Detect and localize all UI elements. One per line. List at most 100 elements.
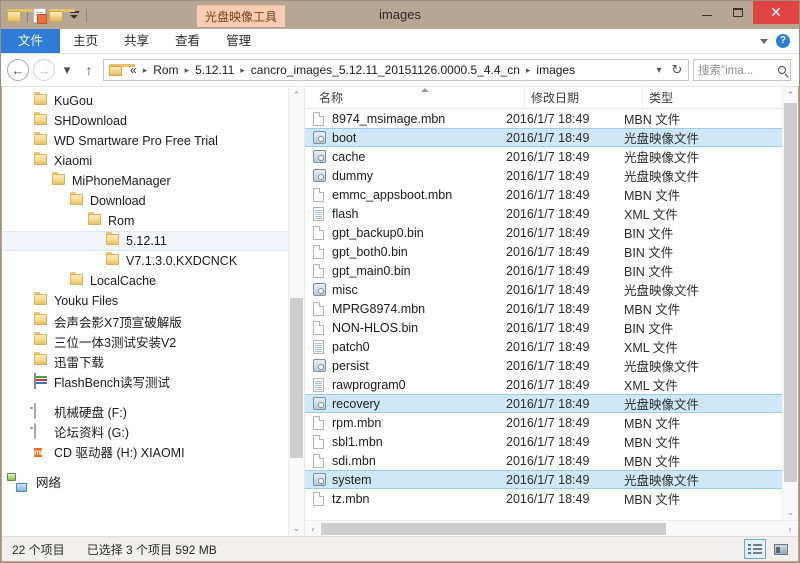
hscroll-left-arrow-icon[interactable]: ‹ [305, 524, 321, 534]
file-icon [313, 226, 331, 240]
file-list-hscrollbar[interactable]: ‹ › [305, 520, 798, 536]
file-row[interactable]: rawprogram02016/1/7 18:49XML 文件 [305, 375, 798, 394]
tab-manage[interactable]: 管理 [213, 29, 264, 53]
file-row[interactable]: sbl1.mbn2016/1/7 18:49MBN 文件 [305, 432, 798, 451]
tab-share[interactable]: 共享 [111, 29, 162, 53]
column-header-date[interactable]: 修改日期 [524, 87, 642, 109]
close-button[interactable]: ✕ [753, 1, 799, 24]
tree-item[interactable]: 网络 [2, 471, 304, 491]
tree-item[interactable]: 会声会影X7顶宣破解版 [2, 311, 304, 331]
scroll-down-arrow-icon[interactable]: ⌄ [289, 520, 304, 536]
back-button[interactable]: ← [7, 59, 29, 81]
file-row[interactable]: tz.mbn2016/1/7 18:49MBN 文件 [305, 489, 798, 508]
file-row[interactable]: gpt_main0.bin2016/1/7 18:49BIN 文件 [305, 261, 798, 280]
tree-item[interactable]: miCD 驱动器 (H:) XIAOMI [2, 441, 304, 461]
help-icon[interactable]: ? [776, 34, 790, 48]
tree-item[interactable]: Download [2, 191, 304, 211]
breadcrumb-separator-3[interactable]: ▸ [238, 65, 247, 76]
file-row[interactable]: sdi.mbn2016/1/7 18:49MBN 文件 [305, 451, 798, 470]
file-row[interactable]: patch02016/1/7 18:49XML 文件 [305, 337, 798, 356]
tab-file[interactable]: 文件 [1, 29, 60, 53]
tree-item[interactable]: Youku Files [2, 291, 304, 311]
file-row[interactable]: cache2016/1/7 18:49光盘映像文件 [305, 147, 798, 166]
tree-item[interactable]: KuGou [2, 91, 304, 111]
navigation-pane-scrollbar[interactable]: ⌃ ⌄ [288, 87, 304, 536]
tree-item[interactable]: 三位一体3测试安装V2 [2, 331, 304, 351]
chevron-down-icon[interactable] [760, 39, 768, 44]
minimize-button[interactable] [691, 1, 722, 24]
hscroll-right-arrow-icon[interactable]: › [782, 524, 798, 534]
folder-icon[interactable] [7, 9, 22, 22]
tree-item[interactable]: 机械硬盘 (F:) [2, 401, 304, 421]
tree-item[interactable]: 迅雷下载 [2, 351, 304, 371]
forward-button[interactable]: → [33, 59, 55, 81]
scroll-up-arrow-icon[interactable]: ⌃ [289, 87, 304, 103]
list-scroll-up-arrow-icon[interactable]: ⌃ [783, 87, 798, 103]
breadcrumb-package[interactable]: cancro_images_5.12.11_20151126.0000.5_4.… [249, 63, 522, 77]
tree-item[interactable]: SHDownload [2, 111, 304, 131]
tree-item[interactable]: MiPhoneManager [2, 171, 304, 191]
tiles-view-button[interactable] [770, 539, 792, 559]
folder-icon [34, 114, 50, 128]
list-scroll-track[interactable] [783, 103, 798, 504]
hscroll-track[interactable] [321, 522, 782, 536]
file-row[interactable]: NON-HLOS.bin2016/1/7 18:49BIN 文件 [305, 318, 798, 337]
file-row[interactable]: MPRG8974.mbn2016/1/7 18:49MBN 文件 [305, 299, 798, 318]
file-row[interactable]: gpt_backup0.bin2016/1/7 18:49BIN 文件 [305, 223, 798, 242]
tree-item[interactable]: FlashBench读写测试 [2, 371, 304, 391]
tree-item[interactable]: V7.1.3.0.KXDCNCK [2, 251, 304, 271]
tree-item[interactable]: 5.12.11 [2, 231, 304, 251]
caption-buttons: ✕ [691, 1, 799, 24]
tree-item[interactable]: WD Smartware Pro Free Trial [2, 131, 304, 151]
tree-item[interactable]: 论坛资料 (G:) [2, 421, 304, 441]
file-name-label: MPRG8974.mbn [332, 302, 425, 316]
recent-locations-button[interactable]: ▾ [59, 59, 75, 81]
nav-scroll-thumb[interactable] [290, 298, 303, 458]
breadcrumb-separator-2[interactable]: ▸ [183, 65, 192, 76]
breadcrumb-version[interactable]: 5.12.11 [193, 63, 236, 77]
address-dropdown-icon[interactable]: ▾ [651, 65, 667, 76]
file-icon [313, 492, 331, 506]
nav-scroll-track[interactable] [289, 103, 304, 520]
ribbon-tab-bar: 文件 主页 共享 查看 管理 ? [1, 29, 799, 54]
file-row[interactable]: system2016/1/7 18:49光盘映像文件 [305, 470, 798, 489]
file-row[interactable]: boot2016/1/7 18:49光盘映像文件 [305, 128, 798, 147]
file-row[interactable]: gpt_both0.bin2016/1/7 18:49BIN 文件 [305, 242, 798, 261]
list-scroll-thumb[interactable] [784, 103, 797, 482]
ribbon-right-controls: ? [760, 29, 799, 53]
file-icon [313, 435, 331, 449]
list-scroll-down-arrow-icon[interactable]: ⌄ [783, 504, 798, 520]
tab-view[interactable]: 查看 [162, 29, 213, 53]
details-view-button[interactable] [744, 539, 766, 559]
maximize-button[interactable] [722, 1, 753, 24]
new-folder-icon[interactable] [49, 9, 64, 22]
properties-icon[interactable] [33, 8, 46, 23]
file-row[interactable]: 8974_msimage.mbn2016/1/7 18:49MBN 文件 [305, 109, 798, 128]
file-row[interactable]: flash2016/1/7 18:49XML 文件 [305, 204, 798, 223]
hscroll-thumb[interactable] [321, 523, 666, 535]
up-button[interactable]: ↑ [79, 59, 99, 81]
file-row[interactable]: recovery2016/1/7 18:49光盘映像文件 [305, 394, 798, 413]
breadcrumb-separator-4[interactable]: ▸ [524, 65, 533, 76]
file-row[interactable]: misc2016/1/7 18:49光盘映像文件 [305, 280, 798, 299]
breadcrumb-rom[interactable]: Rom [151, 63, 180, 77]
tab-home[interactable]: 主页 [60, 29, 111, 53]
file-name-cell: gpt_both0.bin [313, 245, 506, 259]
breadcrumb-separator[interactable]: ▸ [141, 65, 150, 76]
search-input[interactable]: 搜索"ima... [693, 59, 791, 81]
search-icon[interactable] [778, 66, 786, 74]
file-list-scrollbar[interactable]: ⌃ ⌄ [782, 87, 798, 520]
address-bar[interactable]: « ▸ Rom ▸ 5.12.11 ▸ cancro_images_5.12.1… [103, 59, 689, 81]
tree-item[interactable]: LocalCache [2, 271, 304, 291]
file-row[interactable]: dummy2016/1/7 18:49光盘映像文件 [305, 166, 798, 185]
column-header-name[interactable]: 名称 [313, 87, 524, 109]
tree-item[interactable]: Xiaomi [2, 151, 304, 171]
refresh-icon[interactable]: ↻ [669, 62, 685, 78]
file-row[interactable]: emmc_appsboot.mbn2016/1/7 18:49MBN 文件 [305, 185, 798, 204]
tree-item[interactable]: Rom [2, 211, 304, 231]
column-header-type[interactable]: 类型 [642, 87, 752, 109]
folder-icon [106, 234, 122, 248]
breadcrumb-images[interactable]: images [534, 63, 577, 77]
file-row[interactable]: persist2016/1/7 18:49光盘映像文件 [305, 356, 798, 375]
file-row[interactable]: rpm.mbn2016/1/7 18:49MBN 文件 [305, 413, 798, 432]
